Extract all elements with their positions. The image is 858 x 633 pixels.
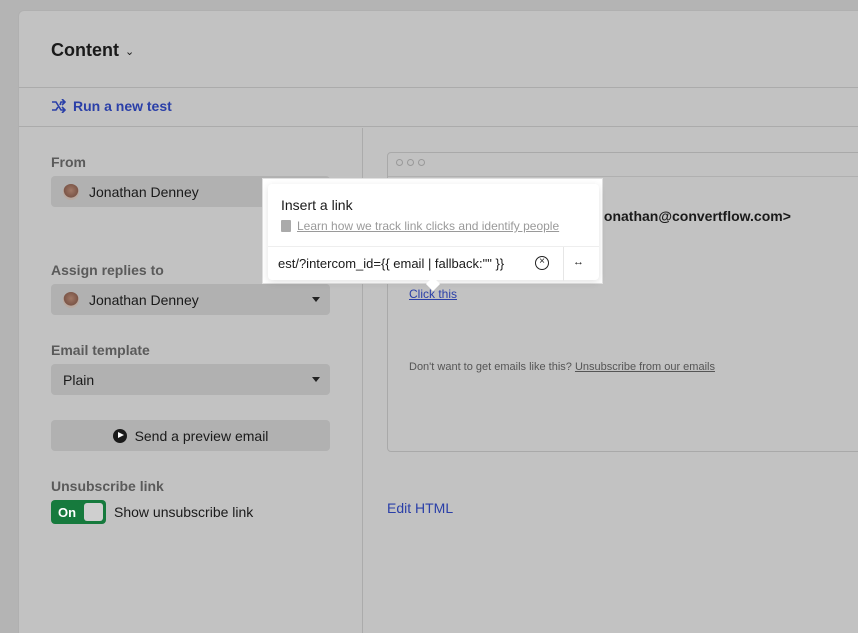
url-row: est/?intercom_id={{ email | fallback:"" … xyxy=(268,246,599,281)
divider xyxy=(563,247,564,281)
run-test-bar: Run a new test xyxy=(19,88,858,127)
send-preview-label: Send a preview email xyxy=(134,427,269,444)
popup-title: Insert a link xyxy=(281,197,353,213)
email-template-select[interactable]: Plain xyxy=(51,364,330,395)
unlink-icon[interactable]: ↔ xyxy=(573,256,584,268)
play-icon xyxy=(112,428,127,443)
shuffle-icon xyxy=(52,99,66,113)
window-dots xyxy=(396,159,425,166)
url-value: est/?intercom_id={{ email | fallback:"" … xyxy=(278,256,505,271)
window-dots-bar xyxy=(388,153,858,177)
run-new-test-link[interactable]: Run a new test xyxy=(51,98,172,114)
url-input[interactable]: est/?intercom_id={{ email | fallback:"" … xyxy=(268,247,531,281)
clear-icon[interactable]: × xyxy=(535,256,549,270)
unsubscribe-label: Unsubscribe link xyxy=(51,478,164,494)
toggle-state: On xyxy=(58,504,77,520)
send-preview-button[interactable]: Send a preview email xyxy=(51,420,330,451)
unsubscribe-link[interactable]: Unsubscribe from our emails xyxy=(575,361,715,373)
insert-link-popup: Insert a link Learn how we track link cl… xyxy=(268,184,599,292)
learn-link-row: Learn how we track link clicks and ident… xyxy=(281,219,559,233)
learn-link[interactable]: Learn how we track link clicks and ident… xyxy=(297,219,559,233)
caret-down-icon xyxy=(312,297,320,302)
email-template-label: Email template xyxy=(51,342,150,358)
caret-down-icon xyxy=(312,377,320,382)
assign-replies-select[interactable]: Jonathan Denney xyxy=(51,284,330,315)
edit-html-link[interactable]: Edit HTML xyxy=(387,500,453,516)
unsubscribe-toggle[interactable]: On xyxy=(51,500,106,524)
avatar xyxy=(63,291,79,308)
chevron-down-icon: ⌄ xyxy=(124,46,135,58)
avatar xyxy=(63,183,79,200)
from-value: Jonathan Denney xyxy=(89,183,199,200)
preview-from-address: jonathan@convertflow.com> xyxy=(600,208,791,224)
run-new-test-label: Run a new test xyxy=(73,98,172,114)
content-header: Content ⌄ xyxy=(19,11,858,88)
content-panel: Content ⌄ Run a new test From Jonathan D… xyxy=(18,10,858,633)
book-icon xyxy=(281,220,291,232)
from-label: From xyxy=(51,154,86,170)
toggle-knob xyxy=(84,503,103,521)
assign-replies-label: Assign replies to xyxy=(51,262,164,278)
preview-footer-text: Don't want to get emails like this? xyxy=(409,361,572,373)
page-title: Content xyxy=(51,40,119,60)
content-title-dropdown[interactable]: Content ⌄ xyxy=(51,40,134,61)
email-template-value: Plain xyxy=(63,371,95,388)
preview-footer: Don't want to get emails like this? Unsu… xyxy=(409,361,715,373)
assign-replies-value: Jonathan Denney xyxy=(89,291,199,308)
show-unsubscribe-label: Show unsubscribe link xyxy=(114,504,254,520)
